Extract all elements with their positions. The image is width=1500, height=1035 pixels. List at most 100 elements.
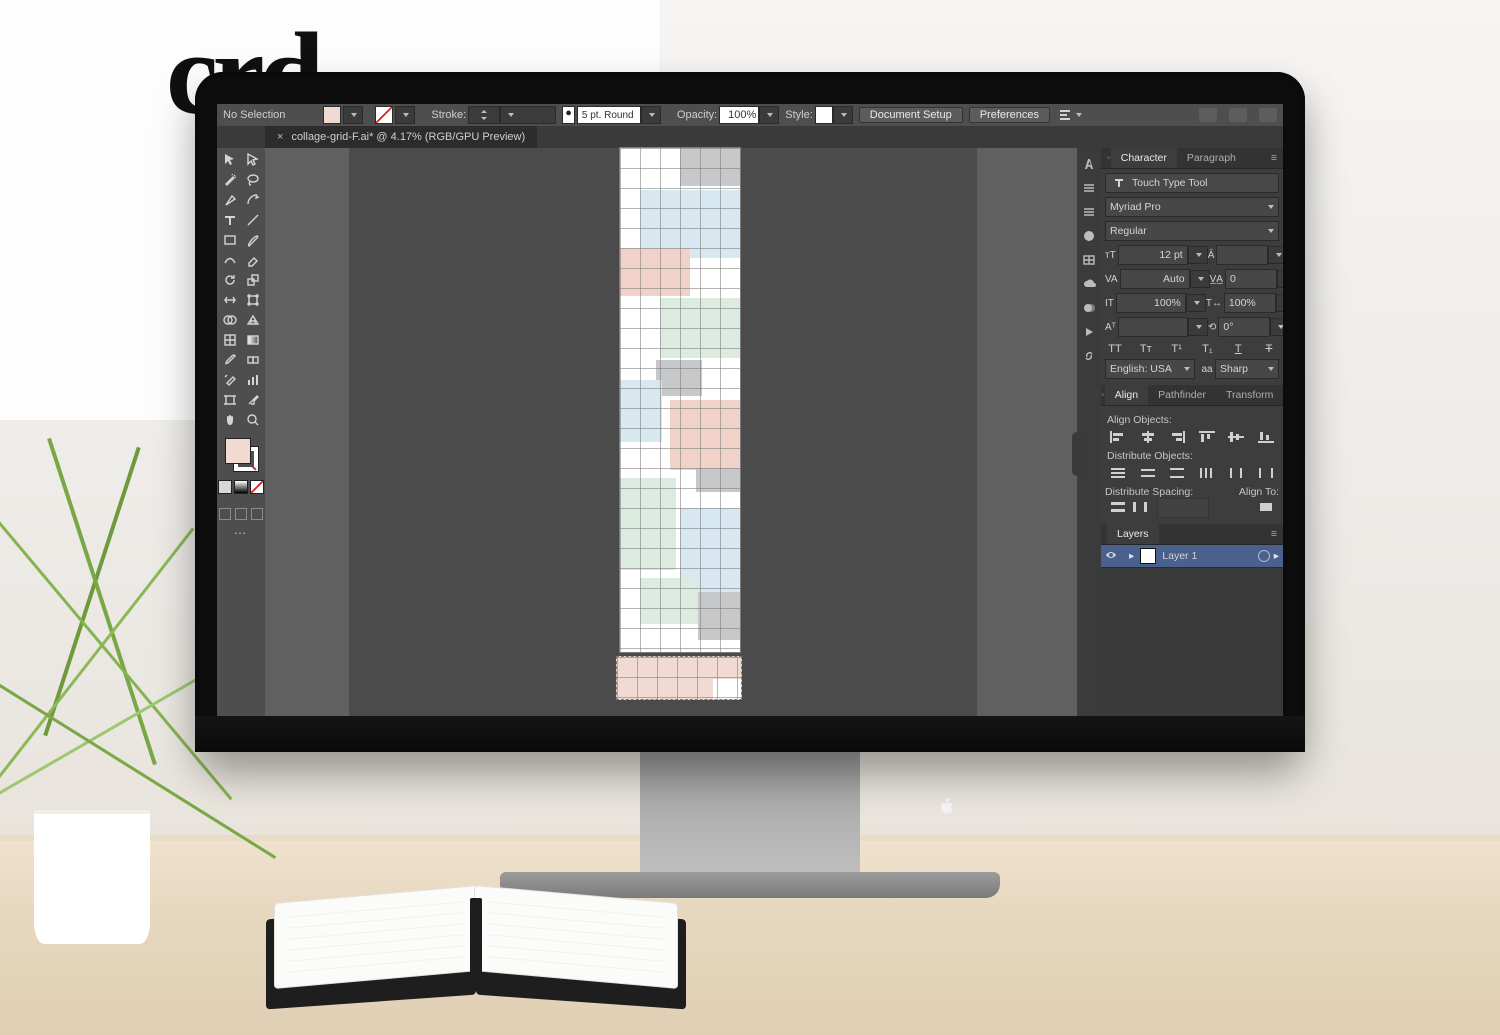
document-tab[interactable]: × collage-grid-F.ai* @ 4.17% (RGB/GPU Pr…: [265, 126, 537, 148]
document-setup-button[interactable]: Document Setup: [859, 107, 963, 123]
hand-tool[interactable]: [218, 411, 241, 429]
hdist-right-button[interactable]: [1255, 464, 1277, 482]
all-caps-button[interactable]: TT: [1105, 343, 1125, 355]
artboard[interactable]: [620, 148, 740, 652]
vdist-bottom-button[interactable]: [1166, 464, 1188, 482]
kerning-stepper[interactable]: Auto: [1120, 269, 1190, 289]
free-transform-tool[interactable]: [241, 291, 264, 309]
tracking-stepper[interactable]: 0: [1225, 269, 1277, 289]
layer-thumbnail[interactable]: [1140, 548, 1156, 564]
blend-tool[interactable]: [241, 351, 264, 369]
rotate-tool[interactable]: [218, 271, 241, 289]
curvature-tool[interactable]: [241, 191, 264, 209]
column-graph-tool[interactable]: [241, 371, 264, 389]
width-tool[interactable]: [218, 291, 241, 309]
draw-mode-row[interactable]: [217, 480, 265, 494]
align-bottom-button[interactable]: [1255, 428, 1277, 446]
zoom-tool[interactable]: [241, 411, 264, 429]
bottom-plate[interactable]: [616, 656, 742, 700]
panel-menu-icon[interactable]: ≡: [1271, 152, 1277, 164]
workspace-view-icon[interactable]: [1199, 108, 1217, 122]
tab-transform[interactable]: Transform: [1216, 385, 1283, 405]
panel-menu-icon[interactable]: [1259, 108, 1277, 122]
align-vcenter-button[interactable]: [1225, 428, 1247, 446]
hdist-left-button[interactable]: [1196, 464, 1218, 482]
shaper-tool[interactable]: [218, 251, 241, 269]
touch-type-button[interactable]: Touch Type Tool: [1105, 173, 1279, 193]
layer-row[interactable]: ▸ Layer 1 ▸: [1101, 545, 1283, 568]
fill-swatch-group[interactable]: [321, 106, 363, 124]
superscript-button[interactable]: T¹: [1167, 343, 1187, 355]
magic-wand-tool[interactable]: [218, 171, 241, 189]
stroke-swatch[interactable]: [375, 106, 393, 124]
scale-tool[interactable]: [241, 271, 264, 289]
opacity-value[interactable]: 100%: [719, 106, 759, 124]
small-caps-button[interactable]: Tᴛ: [1136, 343, 1156, 355]
pen-tool[interactable]: [218, 191, 241, 209]
scrollbar-v[interactable]: [1072, 432, 1082, 476]
tab-character[interactable]: Character: [1111, 148, 1177, 168]
preferences-button[interactable]: Preferences: [969, 107, 1050, 123]
stroke-profile-dropdown[interactable]: [500, 106, 556, 124]
font-size-stepper[interactable]: 12 pt: [1118, 245, 1188, 265]
slice-tool[interactable]: [241, 391, 264, 409]
align-right-button[interactable]: [1166, 428, 1188, 446]
eraser-tool[interactable]: [241, 251, 264, 269]
font-style-dropdown[interactable]: Regular: [1105, 221, 1279, 241]
close-icon[interactable]: ×: [277, 131, 283, 143]
line-segment-tool[interactable]: [241, 211, 264, 229]
align-dropdown[interactable]: [1058, 108, 1082, 122]
twirl-icon[interactable]: ▸: [1129, 550, 1134, 562]
align-to-dropdown[interactable]: [1255, 498, 1277, 516]
font-family-dropdown[interactable]: Myriad Pro: [1105, 197, 1279, 217]
paintbrush-tool[interactable]: [241, 231, 264, 249]
symbol-sprayer-tool[interactable]: [218, 371, 241, 389]
selection-tool[interactable]: [218, 151, 241, 169]
target-icon[interactable]: [1258, 550, 1270, 562]
mesh-tool[interactable]: [218, 331, 241, 349]
subscript-button[interactable]: T₁: [1197, 343, 1217, 355]
hdist-center-button[interactable]: [1225, 464, 1247, 482]
lasso-tool[interactable]: [241, 171, 264, 189]
panel-menu-icon[interactable]: ≡: [1271, 528, 1277, 540]
canvas[interactable]: [265, 148, 1077, 716]
antialias-dropdown[interactable]: Sharp: [1215, 359, 1279, 379]
tab-pathfinder[interactable]: Pathfinder: [1148, 385, 1216, 405]
eyedropper-tool[interactable]: [218, 351, 241, 369]
hspace-button[interactable]: [1129, 498, 1151, 516]
cloud-icon[interactable]: [1081, 276, 1097, 292]
rotation-stepper[interactable]: 0°: [1218, 317, 1270, 337]
arrange-documents-icon[interactable]: [1229, 108, 1247, 122]
fill-swatch[interactable]: [323, 106, 341, 124]
vspace-button[interactable]: [1107, 498, 1129, 516]
swatches-icon[interactable]: [1081, 252, 1097, 268]
artboard-tool[interactable]: [218, 391, 241, 409]
shape-builder-tool[interactable]: [218, 311, 241, 329]
brushes-icon[interactable]: [1081, 300, 1097, 316]
strike-button[interactable]: T: [1259, 343, 1279, 355]
vdist-top-button[interactable]: [1107, 464, 1129, 482]
stroke-weight-stepper[interactable]: [468, 106, 500, 124]
hamburger-icon[interactable]: [1081, 204, 1097, 220]
vscale-stepper[interactable]: 100%: [1116, 293, 1186, 313]
fill-box[interactable]: [225, 438, 251, 464]
tool-overflow-icon[interactable]: ⋯: [234, 526, 248, 540]
rectangle-tool[interactable]: [218, 231, 241, 249]
fill-stroke-picker[interactable]: [223, 436, 259, 472]
tab-layers[interactable]: Layers: [1107, 524, 1159, 544]
play-icon[interactable]: [1081, 324, 1097, 340]
tab-paragraph[interactable]: Paragraph: [1177, 148, 1246, 168]
language-dropdown[interactable]: English: USA: [1105, 359, 1195, 379]
vdist-center-button[interactable]: [1137, 464, 1159, 482]
color-wheel-icon[interactable]: [1081, 228, 1097, 244]
leading-stepper[interactable]: [1216, 245, 1268, 265]
type-tool[interactable]: [218, 211, 241, 229]
tab-align[interactable]: Align: [1105, 385, 1148, 405]
direct-selection-tool[interactable]: [241, 151, 264, 169]
underline-button[interactable]: T: [1228, 343, 1248, 355]
baseline-stepper[interactable]: [1118, 317, 1188, 337]
visibility-icon[interactable]: [1105, 549, 1117, 564]
perspective-grid-tool[interactable]: [241, 311, 264, 329]
align-top-button[interactable]: [1196, 428, 1218, 446]
link-icon[interactable]: [1081, 348, 1097, 364]
